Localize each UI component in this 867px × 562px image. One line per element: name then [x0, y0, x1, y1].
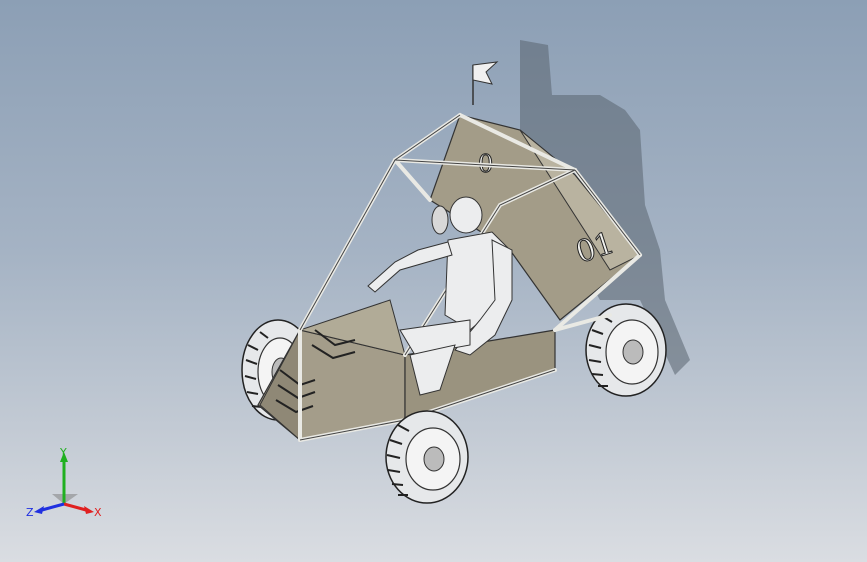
- x-axis-arrow: [84, 506, 94, 514]
- buggy-model[interactable]: 01 0: [0, 0, 867, 562]
- z-axis-arrow: [34, 506, 44, 514]
- z-axis-label: Z: [26, 506, 34, 519]
- y-axis-label: Y: [59, 446, 67, 459]
- coordinate-triad: Y X Z: [26, 446, 102, 519]
- front-right-wheel: [385, 410, 469, 504]
- graphics-viewport[interactable]: 01 0 Y X Z: [0, 0, 867, 562]
- x-axis-line: [63, 502, 87, 512]
- z-axis-line: [41, 502, 65, 512]
- safety-flag: [472, 61, 499, 105]
- x-axis-label: X: [94, 506, 102, 519]
